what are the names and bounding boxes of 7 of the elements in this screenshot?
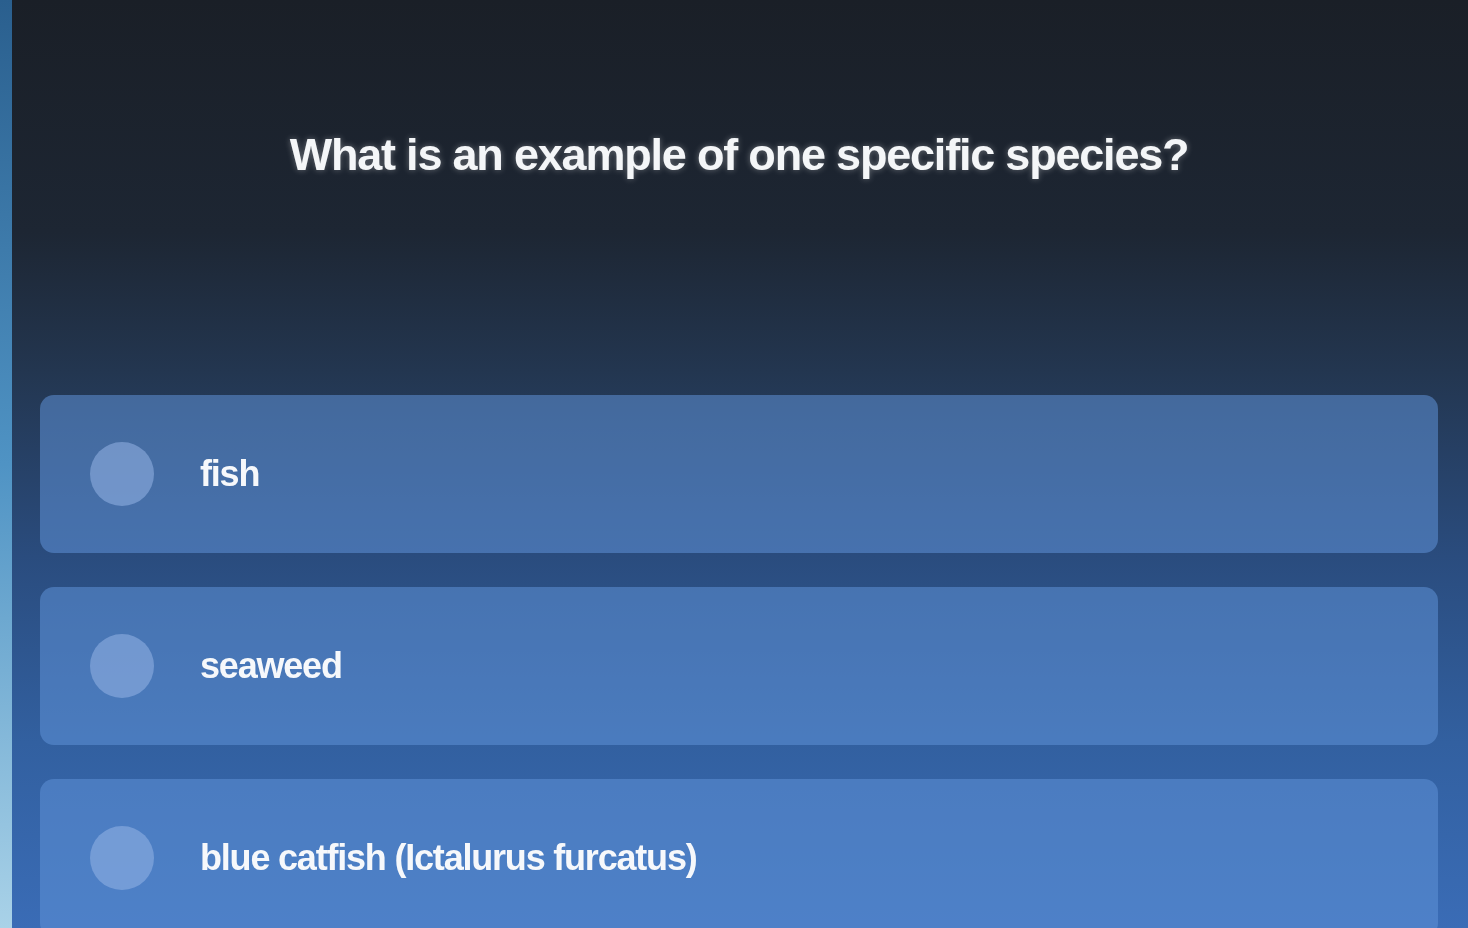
answer-option[interactable]: blue catfish (Ictalurus furcatus) (40, 779, 1438, 928)
answer-option[interactable]: fish (40, 395, 1438, 553)
answer-option[interactable]: seaweed (40, 587, 1438, 745)
question-text: What is an example of one specific species? (289, 128, 1189, 182)
option-label: blue catfish (Ictalurus furcatus) (200, 837, 697, 879)
option-label: seaweed (200, 645, 342, 687)
option-label: fish (200, 453, 260, 495)
